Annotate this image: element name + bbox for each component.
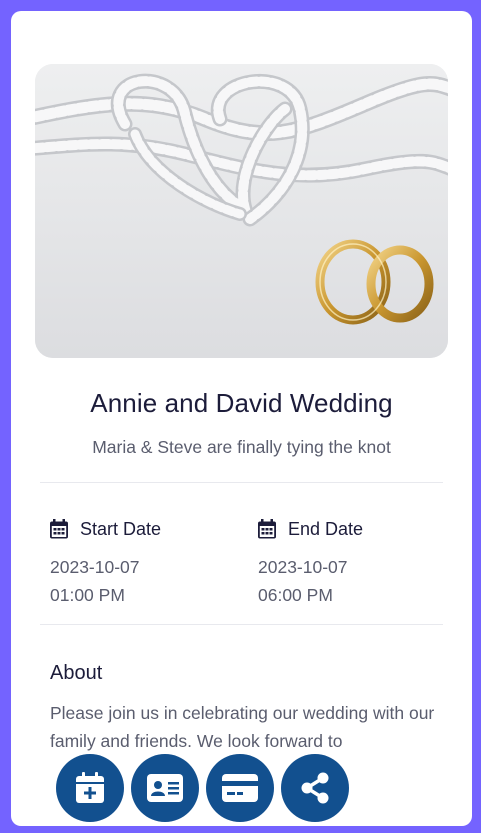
share-button[interactable] bbox=[281, 754, 349, 822]
end-date-value: 2023-10-07 bbox=[258, 557, 348, 577]
contact-card-button[interactable] bbox=[131, 754, 199, 822]
payment-button[interactable] bbox=[206, 754, 274, 822]
calendar-plus-icon bbox=[76, 772, 104, 803]
calendar-icon bbox=[50, 519, 68, 539]
end-time-value: 06:00 PM bbox=[258, 585, 333, 605]
start-date-block: Start Date 2023-10-07 01:00 PM bbox=[50, 517, 161, 609]
event-title: Annie and David Wedding bbox=[90, 388, 393, 418]
about-text: Please join us in celebrating our weddin… bbox=[50, 703, 435, 751]
start-time-value: 01:00 PM bbox=[50, 585, 125, 605]
event-card: Annie and David Wedding Maria & Steve ar… bbox=[11, 11, 472, 826]
end-date-label: End Date bbox=[288, 518, 364, 539]
start-date-label: Start Date bbox=[80, 518, 162, 539]
credit-card-icon bbox=[222, 774, 258, 802]
add-to-calendar-button[interactable] bbox=[56, 754, 124, 822]
about-heading: About bbox=[50, 662, 103, 684]
event-subtitle: Maria & Steve are finally tying the knot bbox=[92, 437, 391, 457]
hero-image bbox=[35, 64, 448, 358]
id-card-icon bbox=[147, 774, 183, 802]
share-icon bbox=[301, 772, 329, 804]
divider bbox=[40, 482, 443, 483]
start-date-value: 2023-10-07 bbox=[50, 557, 140, 577]
calendar-icon bbox=[258, 519, 276, 539]
end-date-block: End Date 2023-10-07 06:00 PM bbox=[258, 517, 363, 609]
divider bbox=[40, 624, 443, 625]
